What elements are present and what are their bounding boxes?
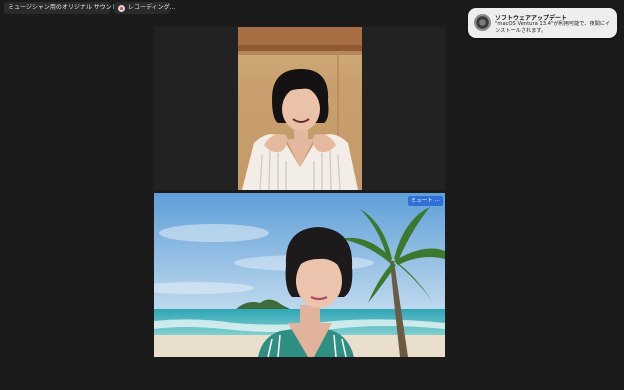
- record-icon: [118, 4, 125, 12]
- participant-video-bottom[interactable]: ミュート ···: [154, 193, 445, 357]
- software-update-notification[interactable]: ソフトウェアアップデート "macOS Ventura 13.4"が利用可能で、…: [468, 8, 617, 38]
- settings-gear-icon: [474, 14, 491, 31]
- notification-body: "macOS Ventura 13.4"が利用可能で、夜間にインストールされます…: [495, 21, 611, 34]
- recording-label: レコーディング...: [128, 4, 176, 11]
- more-options-icon[interactable]: ···: [435, 198, 440, 204]
- original-sound-toggle[interactable]: ミュージシャン用のオリジナル サウンド: オフ: [4, 2, 134, 14]
- recording-indicator[interactable]: レコーディング...: [114, 2, 175, 14]
- virtual-background-beach: [154, 193, 445, 357]
- participant-video-feed: [238, 27, 362, 190]
- participant-mute-tag[interactable]: ミュート ···: [407, 196, 443, 206]
- participant-video-top[interactable]: [154, 27, 445, 190]
- mute-label: ミュート: [410, 198, 433, 204]
- participant-photo: [238, 27, 362, 190]
